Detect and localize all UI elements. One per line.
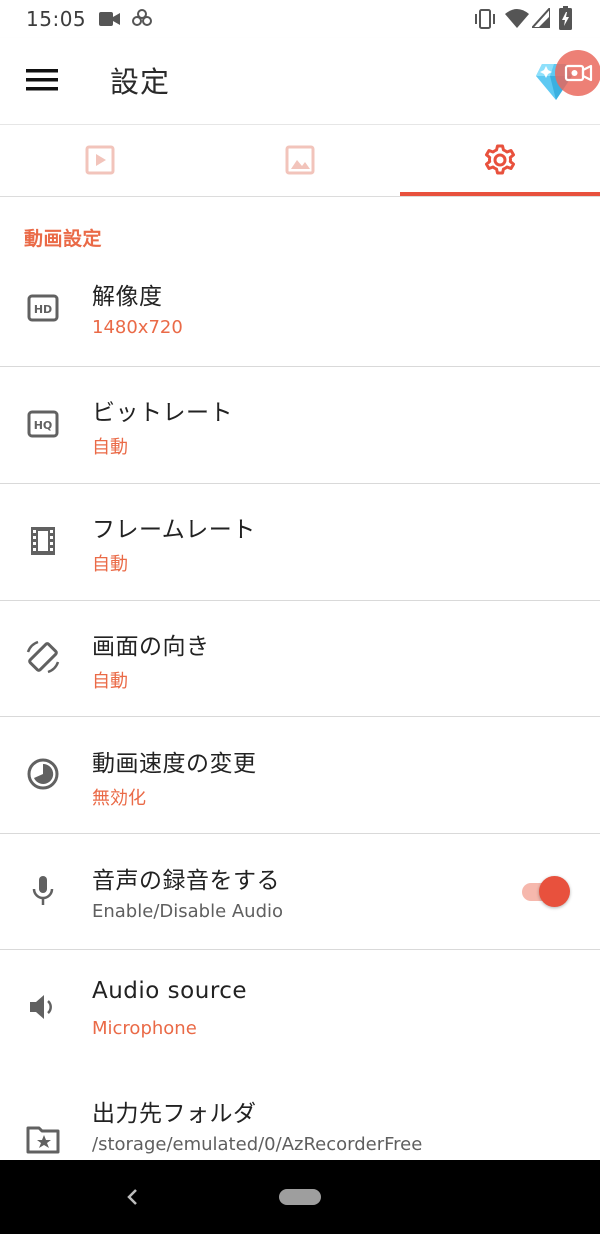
setting-output-folder-path: /storage/emulated/0/AzRecorderFree	[92, 1134, 423, 1155]
vibrate-icon	[475, 9, 495, 29]
folder-star-icon	[26, 1126, 60, 1154]
svg-text:HD: HD	[34, 303, 52, 316]
setting-output-folder-title: 出力先フォルダ	[92, 1101, 257, 1127]
back-chevron-icon[interactable]	[122, 1186, 144, 1208]
diamond-icon	[536, 50, 600, 100]
setting-bitrate[interactable]: HQ ビットレート 自動	[0, 367, 600, 483]
setting-orientation-title: 画面の向き	[92, 634, 210, 660]
home-pill-icon[interactable]	[279, 1189, 321, 1205]
tab-selected-indicator	[400, 192, 600, 196]
tab-images[interactable]	[200, 125, 400, 196]
setting-resolution-value: 1480x720	[92, 317, 183, 338]
record-audio-toggle[interactable]	[520, 873, 572, 909]
setting-frame-rate-title: フレームレート	[92, 517, 256, 543]
speaker-icon	[30, 995, 52, 1019]
microphone-icon	[32, 876, 54, 905]
setting-video-speed-title: 動画速度の変更	[92, 751, 257, 777]
video-play-icon	[85, 145, 115, 175]
setting-video-speed[interactable]: 動画速度の変更 無効化	[0, 717, 600, 833]
navigation-bar	[0, 1160, 600, 1234]
tab-settings[interactable]	[400, 125, 600, 196]
tab-bar	[0, 125, 600, 197]
setting-audio-source-value: Microphone	[92, 1018, 197, 1039]
hd-icon: HD	[27, 294, 59, 322]
setting-record-audio[interactable]: 音声の録音をする Enable/Disable Audio	[0, 834, 600, 950]
cell-signal-icon	[532, 8, 550, 28]
hq-icon: HQ	[27, 410, 59, 438]
setting-record-audio-description: Enable/Disable Audio	[92, 901, 284, 922]
pinwheel-icon	[132, 9, 152, 26]
setting-frame-rate-value: 自動	[92, 554, 128, 575]
setting-resolution[interactable]: HD 解像度 1480x720	[0, 250, 600, 366]
battery-charging-icon	[559, 6, 572, 30]
setting-audio-source[interactable]: Audio source Microphone	[0, 950, 600, 1066]
setting-orientation[interactable]: 画面の向き 自動	[0, 601, 600, 717]
menu-button[interactable]	[24, 63, 62, 99]
setting-audio-source-title: Audio source	[92, 978, 248, 1004]
app-bar: 設定	[0, 38, 600, 125]
image-icon	[285, 145, 315, 175]
gear-icon	[485, 144, 515, 175]
tab-videos[interactable]	[0, 125, 200, 196]
status-time: 15:05	[26, 7, 87, 31]
premium-button[interactable]	[530, 44, 600, 114]
setting-orientation-value: 自動	[92, 671, 128, 692]
setting-frame-rate[interactable]: フレームレート 自動	[0, 484, 600, 600]
setting-video-speed-value: 無効化	[92, 788, 146, 809]
speed-contrast-icon	[27, 758, 59, 790]
video-camera-icon	[99, 12, 120, 26]
setting-bitrate-title: ビットレート	[92, 400, 233, 426]
page-title: 設定	[110, 65, 171, 99]
toggle-thumb	[539, 876, 570, 907]
film-strip-icon	[31, 527, 55, 555]
hamburger-menu-icon	[26, 69, 58, 91]
screen-rotation-icon	[26, 640, 60, 674]
setting-resolution-title: 解像度	[92, 284, 163, 310]
status-bar: 15:05	[0, 0, 600, 38]
wifi-icon	[505, 9, 529, 28]
svg-text:HQ: HQ	[34, 419, 53, 432]
section-header-video-settings: 動画設定	[24, 228, 103, 250]
setting-record-audio-title: 音声の録音をする	[92, 868, 280, 894]
setting-bitrate-value: 自動	[92, 437, 128, 458]
